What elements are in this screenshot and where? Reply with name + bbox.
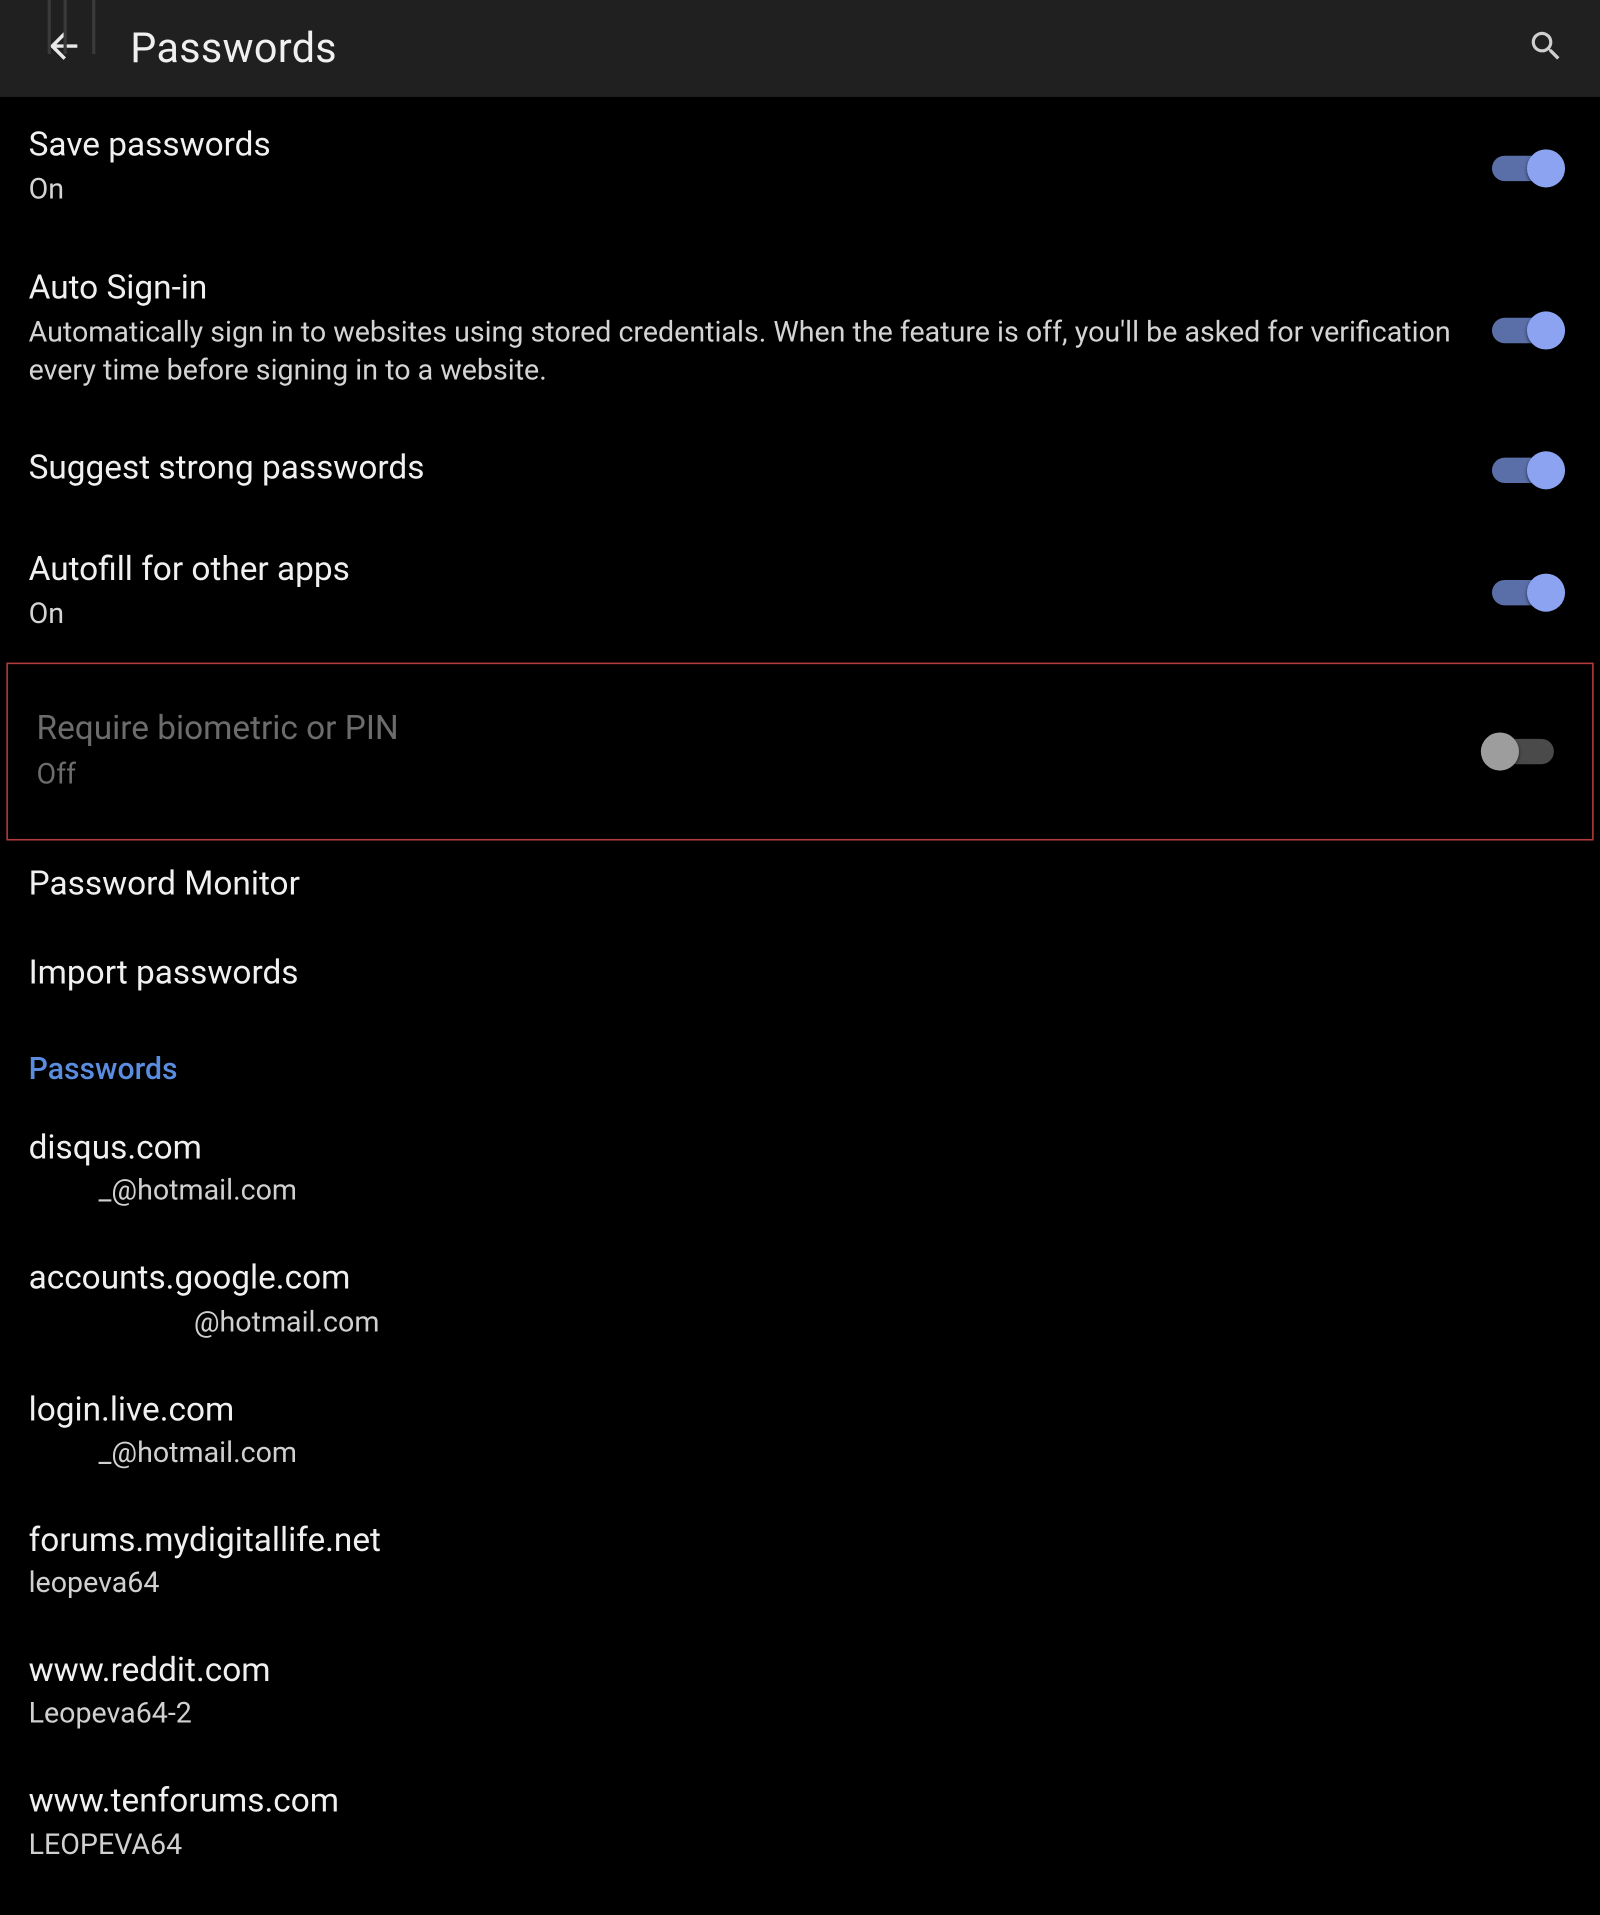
password-site: disqus.com [29, 1128, 1572, 1171]
password-username: _@hotmail.com [29, 1175, 1572, 1208]
search-icon [1527, 26, 1565, 70]
password-site: forums.mydigitallife.net [29, 1520, 1572, 1563]
autofill-other-title: Autofill for other apps [29, 549, 1461, 592]
suggest-strong-toggle[interactable] [1492, 453, 1562, 488]
require-biometric-toggle[interactable] [1484, 734, 1554, 769]
password-monitor-label: Password Monitor [29, 866, 300, 904]
autofill-other-sub: On [29, 596, 1461, 635]
password-entry[interactable]: www.tenforums.comLEOPEVA64 [0, 1756, 1600, 1887]
require-biometric-title: Require biometric or PIN [37, 709, 1453, 752]
autofill-other-row[interactable]: Autofill for other apps On [0, 521, 1600, 663]
passwords-settings-screen: Passwords Save passwords On Auto Sign-in… [0, 0, 1600, 1900]
decorative-marks [48, 0, 112, 64]
import-passwords-label: Import passwords [29, 955, 299, 993]
highlighted-setting: Require biometric or PIN Off [6, 663, 1593, 840]
require-biometric-row[interactable]: Require biometric or PIN Off [8, 665, 1592, 839]
auto-signin-row[interactable]: Auto Sign-in Automatically sign in to we… [0, 239, 1600, 420]
password-username: @hotmail.com [29, 1305, 1572, 1338]
password-site: www.tenforums.com [29, 1782, 1572, 1825]
password-username: leopeva64 [29, 1567, 1572, 1600]
page-title: Passwords [130, 25, 337, 73]
password-entry[interactable]: www.reddit.com Leopeva64-2 [0, 1626, 1600, 1757]
auto-signin-sub: Automatically sign in to websites using … [29, 314, 1461, 391]
password-username: _@hotmail.com [29, 1436, 1572, 1469]
suggest-strong-title: Suggest strong passwords [29, 449, 1461, 492]
passwords-section-header: Passwords [0, 1018, 1600, 1102]
password-username: Leopeva64-2 [29, 1698, 1572, 1731]
require-biometric-sub: Off [37, 756, 1453, 795]
autofill-other-toggle[interactable] [1492, 575, 1562, 610]
save-passwords-sub: On [29, 172, 1461, 211]
import-passwords-row[interactable]: Import passwords [0, 929, 1600, 1018]
settings-body: Save passwords On Auto Sign-in Automatic… [0, 97, 1600, 1887]
password-entry[interactable]: accounts.google.com@hotmail.com [0, 1233, 1600, 1364]
app-bar: Passwords [0, 0, 1600, 97]
password-monitor-row[interactable]: Password Monitor [0, 840, 1600, 929]
password-entry[interactable]: login.live.com_@hotmail.com [0, 1364, 1600, 1495]
suggest-strong-row[interactable]: Suggest strong passwords [0, 420, 1600, 521]
save-passwords-title: Save passwords [29, 126, 1461, 169]
saved-passwords-list: disqus.com _@hotmail.com accounts.google.c… [0, 1103, 1600, 1888]
password-site: login.live.com [29, 1390, 1572, 1433]
password-site: accounts.google.com [29, 1259, 1572, 1302]
password-username: LEOPEVA64 [29, 1828, 1572, 1861]
save-passwords-row[interactable]: Save passwords On [0, 97, 1600, 239]
auto-signin-title: Auto Sign-in [29, 268, 1461, 311]
password-entry[interactable]: forums.mydigitallife.net leopeva64 [0, 1495, 1600, 1626]
auto-signin-toggle[interactable] [1492, 312, 1562, 347]
search-button[interactable] [1514, 17, 1578, 81]
save-passwords-toggle[interactable] [1492, 151, 1562, 186]
password-entry[interactable]: disqus.com _@hotmail.com [0, 1103, 1600, 1234]
password-site: www.reddit.com [29, 1651, 1572, 1694]
